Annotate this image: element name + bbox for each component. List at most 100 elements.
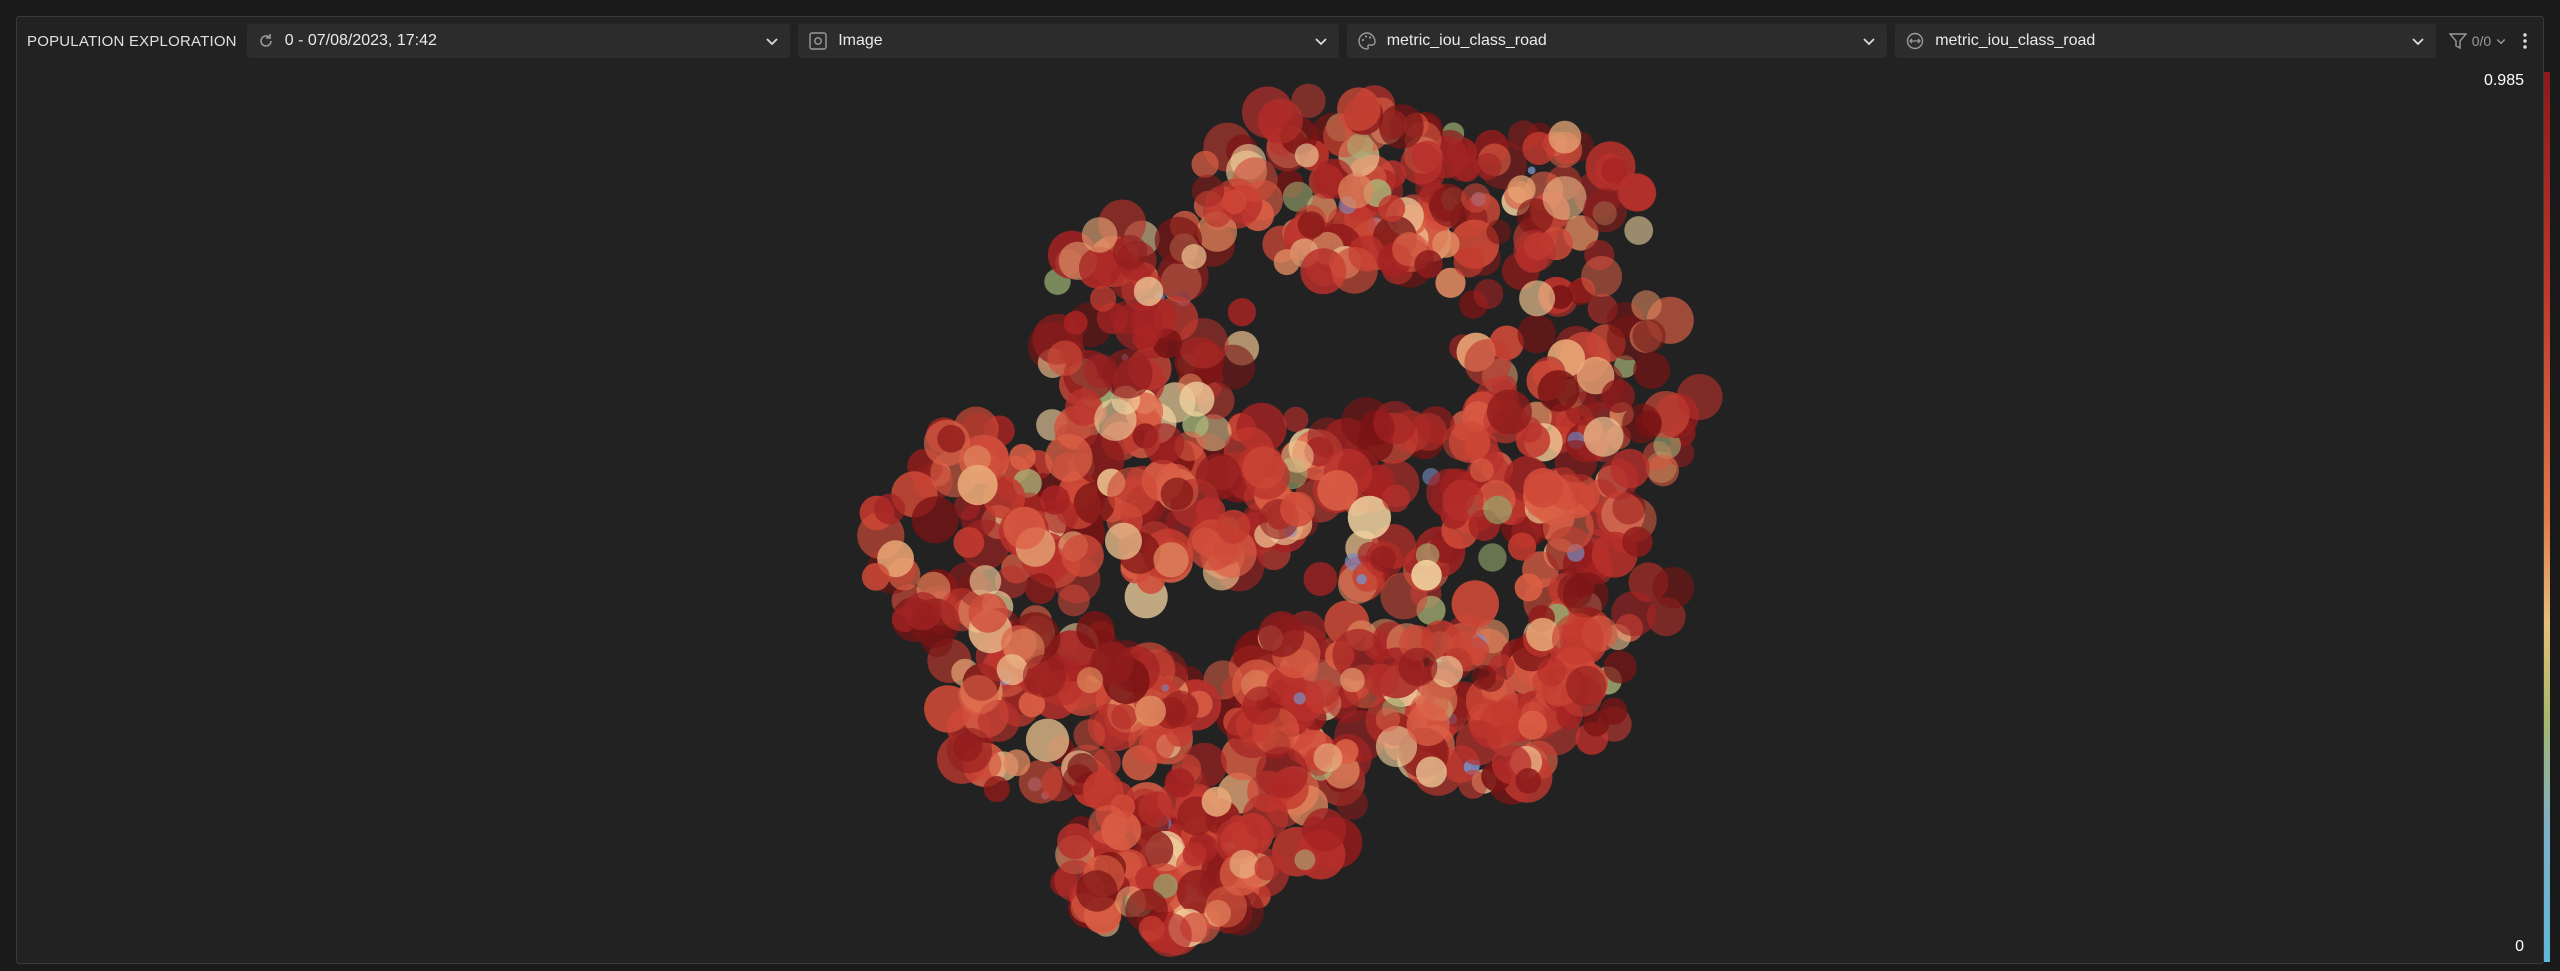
scatter-point[interactable]: [1631, 290, 1662, 321]
scatter-point[interactable]: [1063, 310, 1088, 335]
scatter-point[interactable]: [1273, 249, 1300, 276]
scatter-point[interactable]: [1003, 506, 1046, 550]
scatter-point[interactable]: [1537, 657, 1567, 687]
scatter-point[interactable]: [1583, 416, 1624, 457]
scatter-point[interactable]: [983, 776, 1010, 803]
scatter-point[interactable]: [937, 424, 966, 453]
scatter-point[interactable]: [1336, 788, 1369, 820]
scatter-point[interactable]: [1486, 389, 1532, 435]
scatter-point[interactable]: [1483, 495, 1513, 525]
scatter-point[interactable]: [1527, 166, 1536, 175]
scatter-point[interactable]: [1474, 153, 1502, 180]
scatter-point[interactable]: [1548, 474, 1585, 510]
scatter-point[interactable]: [1294, 143, 1319, 168]
scatter-point[interactable]: [1514, 573, 1543, 602]
view-select[interactable]: Image: [798, 24, 1339, 58]
scatter-point[interactable]: [1256, 746, 1308, 799]
scatter-point[interactable]: [1179, 381, 1215, 417]
scatter-point[interactable]: [1160, 477, 1194, 511]
scatter-point[interactable]: [1061, 534, 1104, 577]
scatter-point[interactable]: [1047, 340, 1083, 376]
scatter-point[interactable]: [1025, 718, 1070, 762]
scatter-point[interactable]: [1537, 370, 1580, 412]
scatter-point[interactable]: [1517, 314, 1557, 354]
scatter-point[interactable]: [1242, 446, 1285, 490]
scatter-point[interactable]: [1242, 793, 1289, 840]
scatter-point[interactable]: [1464, 339, 1512, 386]
scatter-point[interactable]: [1548, 120, 1582, 154]
scatter-point[interactable]: [1338, 173, 1374, 209]
scatter-point[interactable]: [1378, 104, 1424, 149]
scatter-point[interactable]: [957, 464, 998, 506]
scatter-point[interactable]: [1057, 584, 1090, 617]
scatter-point[interactable]: [1622, 526, 1653, 557]
scatter-point[interactable]: [1294, 849, 1316, 871]
scatter-point[interactable]: [1451, 580, 1500, 628]
scatter-point[interactable]: [1161, 684, 1170, 692]
scatter-point[interactable]: [1411, 559, 1442, 591]
scatter-point[interactable]: [1473, 279, 1504, 309]
scatter-point[interactable]: [1331, 247, 1378, 294]
scatter-point[interactable]: [1003, 749, 1031, 777]
scatter-point[interactable]: [1076, 667, 1103, 694]
scatter-point[interactable]: [1370, 546, 1396, 572]
scatter-point[interactable]: [1258, 611, 1305, 657]
scatter-point[interactable]: [1340, 667, 1365, 693]
scatter-point[interactable]: [1478, 543, 1507, 572]
scatter-point[interactable]: [1227, 298, 1256, 327]
scatter-point[interactable]: [1162, 690, 1199, 728]
scatter-point[interactable]: [1076, 870, 1118, 912]
scatter-point[interactable]: [1337, 87, 1381, 131]
scatter-point[interactable]: [1254, 855, 1280, 881]
scatter-point[interactable]: [1647, 454, 1680, 487]
scatter-point[interactable]: [1603, 650, 1637, 684]
scatter-point[interactable]: [1610, 448, 1650, 489]
scatter-point[interactable]: [1508, 532, 1537, 561]
scatter-point[interactable]: [1471, 664, 1497, 690]
scatter-point[interactable]: [1201, 786, 1232, 817]
scatter-point[interactable]: [1222, 189, 1247, 215]
scatter-point[interactable]: [1635, 410, 1662, 437]
scatter-point[interactable]: [1138, 915, 1165, 942]
scatter-point[interactable]: [1088, 805, 1128, 845]
scatter-point[interactable]: [1411, 140, 1444, 173]
scatter-point[interactable]: [1406, 702, 1450, 747]
color-metric-select[interactable]: metric_iou_class_road: [1346, 24, 1888, 58]
scatter-point[interactable]: [1135, 695, 1166, 727]
scatter-point[interactable]: [1415, 756, 1447, 788]
scatter-point[interactable]: [1513, 229, 1556, 272]
scatter-point[interactable]: [1378, 195, 1406, 222]
scatter-point[interactable]: [1313, 743, 1343, 773]
scatter-point[interactable]: [1302, 808, 1347, 852]
scatter-point[interactable]: [1057, 823, 1093, 860]
scatter-point[interactable]: [958, 675, 999, 715]
scatter-point[interactable]: [1304, 679, 1340, 715]
scatter-point[interactable]: [1107, 467, 1158, 518]
scatter-point[interactable]: [1181, 244, 1207, 269]
scatter-point[interactable]: [1111, 703, 1137, 730]
scatter-point[interactable]: [1182, 842, 1207, 867]
scatter-point[interactable]: [1453, 246, 1485, 278]
scatter-point[interactable]: [1624, 216, 1654, 245]
scatter-point[interactable]: [1165, 768, 1195, 798]
scatter-point[interactable]: [1283, 406, 1309, 432]
scatter-point[interactable]: [1414, 250, 1443, 279]
scatter-point[interactable]: [1242, 686, 1281, 725]
scatter-point[interactable]: [1375, 707, 1401, 732]
scatter-point[interactable]: [874, 493, 906, 525]
scatter-point[interactable]: [1258, 98, 1303, 144]
scatter-plot[interactable]: [17, 67, 2543, 963]
scatter-point[interactable]: [1024, 573, 1056, 605]
scatter-point[interactable]: [1090, 285, 1117, 312]
scatter-point[interactable]: [1022, 654, 1066, 698]
scatter-point[interactable]: [1293, 692, 1306, 705]
scatter-point[interactable]: [1191, 150, 1219, 178]
filter-button[interactable]: 0/0: [2448, 31, 2507, 51]
scatter-point[interactable]: [1081, 217, 1118, 253]
scatter-point[interactable]: [1143, 423, 1185, 465]
scatter-point[interactable]: [1461, 183, 1491, 213]
scatter-point[interactable]: [1009, 443, 1036, 471]
scatter-point[interactable]: [1102, 348, 1153, 399]
scatter-point[interactable]: [953, 732, 982, 762]
scatter-point[interactable]: [1448, 421, 1491, 463]
